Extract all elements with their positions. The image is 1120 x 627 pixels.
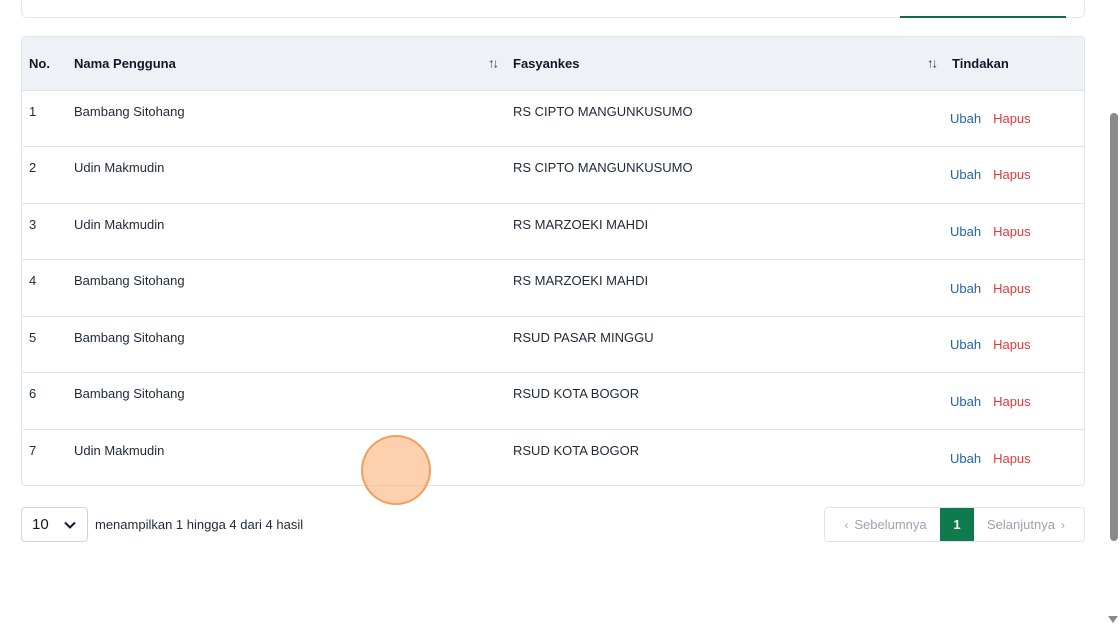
- top-card-underline: [900, 16, 1066, 18]
- next-page-label: Selanjutnya: [987, 517, 1055, 532]
- header-no: No.: [29, 55, 50, 71]
- user-table: No. Nama Pengguna ↑↓ Fasyankes ↑↓ Tindak…: [22, 37, 1084, 485]
- cell-actions: Ubah Hapus: [944, 203, 1084, 260]
- cell-no: 4: [29, 273, 37, 289]
- header-user[interactable]: Nama Pengguna ↑↓: [66, 37, 505, 90]
- cell-fasyankes: RS MARZOEKI MAHDI: [513, 216, 649, 232]
- table-header-row: No. Nama Pengguna ↑↓ Fasyankes ↑↓ Tindak…: [22, 37, 1084, 90]
- cell-user: Bambang Sitohang: [74, 103, 185, 119]
- header-fasyankes[interactable]: Fasyankes ↑↓: [505, 37, 944, 90]
- cell-actions: Ubah Hapus: [944, 260, 1084, 317]
- chevron-right-icon: ›: [1060, 517, 1065, 532]
- table-row: 5 Bambang Sitohang RSUD PASAR MINGGU Uba…: [22, 316, 1084, 373]
- cell-user: Udin Makmudin: [74, 216, 165, 232]
- edit-link[interactable]: Ubah: [950, 281, 981, 296]
- cell-actions: Ubah Hapus: [944, 430, 1084, 485]
- cell-actions: Ubah Hapus: [944, 147, 1084, 204]
- cell-user: Udin Makmudin: [74, 160, 165, 176]
- delete-link[interactable]: Hapus: [993, 337, 1031, 352]
- header-user-label: Nama Pengguna: [74, 55, 176, 71]
- cell-fasyankes: RSUD KOTA BOGOR: [513, 443, 640, 459]
- cell-no: 3: [29, 216, 37, 232]
- cursor-indicator: [361, 435, 431, 505]
- header-fasyankes-label: Fasyankes: [513, 55, 580, 71]
- next-page-button[interactable]: Selanjutnya ›: [974, 508, 1084, 541]
- pagination: ‹ Sebelumnya 1 Selanjutnya ›: [824, 507, 1085, 542]
- delete-link[interactable]: Hapus: [993, 451, 1031, 466]
- scroll-down-arrow-icon[interactable]: [1108, 616, 1118, 623]
- prev-page-label: Sebelumnya: [854, 517, 927, 532]
- chevron-left-icon: ‹: [844, 517, 849, 532]
- cell-fasyankes: RS CIPTO MANGUNKUSUMO: [513, 160, 693, 176]
- table-row: 4 Bambang Sitohang RS MARZOEKI MAHDI Uba…: [22, 259, 1084, 317]
- cell-actions: Ubah Hapus: [944, 90, 1084, 147]
- current-page-button[interactable]: 1: [940, 508, 974, 541]
- scrollbar-thumb[interactable]: [1110, 113, 1118, 541]
- top-card: [21, 0, 1085, 18]
- edit-link[interactable]: Ubah: [950, 451, 981, 466]
- table-row: 6 Bambang Sitohang RSUD KOTA BOGOR Ubah H…: [22, 372, 1084, 430]
- cell-user: Udin Makmudin: [74, 443, 165, 459]
- edit-link[interactable]: Ubah: [950, 394, 981, 409]
- delete-link[interactable]: Hapus: [993, 281, 1031, 296]
- cell-fasyankes: RSUD KOTA BOGOR: [513, 386, 640, 402]
- delete-link[interactable]: Hapus: [993, 224, 1031, 239]
- edit-link[interactable]: Ubah: [950, 224, 981, 239]
- header-actions: Tindakan: [952, 55, 1009, 71]
- sort-icon[interactable]: ↑↓: [488, 56, 499, 71]
- page-size-value: 10: [32, 516, 49, 533]
- cell-user: Bambang Sitohang: [74, 329, 185, 345]
- chevron-down-icon: [63, 518, 77, 532]
- user-table-container: No. Nama Pengguna ↑↓ Fasyankes ↑↓ Tindak…: [21, 36, 1085, 486]
- result-summary: menampilkan 1 hingga 4 dari 4 hasil: [95, 517, 304, 532]
- cell-user: Bambang Sitohang: [74, 273, 185, 289]
- cell-no: 7: [29, 443, 37, 459]
- cell-actions: Ubah Hapus: [944, 316, 1084, 373]
- page-scrollbar[interactable]: [1108, 0, 1120, 627]
- cell-no: 1: [29, 103, 37, 119]
- edit-link[interactable]: Ubah: [950, 337, 981, 352]
- delete-link[interactable]: Hapus: [993, 111, 1031, 126]
- cell-fasyankes: RSUD PASAR MINGGU: [513, 329, 654, 345]
- edit-link[interactable]: Ubah: [950, 111, 981, 126]
- cell-no: 2: [29, 160, 37, 176]
- edit-link[interactable]: Ubah: [950, 167, 981, 182]
- delete-link[interactable]: Hapus: [993, 167, 1031, 182]
- table-row: 3 Udin Makmudin RS MARZOEKI MAHDI Ubah Ha…: [22, 203, 1084, 260]
- cell-fasyankes: RS MARZOEKI MAHDI: [513, 273, 649, 289]
- cell-actions: Ubah Hapus: [944, 373, 1084, 430]
- table-row: 7 Udin Makmudin RSUD KOTA BOGOR Ubah Hapu…: [22, 429, 1084, 485]
- sort-icon[interactable]: ↑↓: [927, 56, 938, 71]
- cell-no: 6: [29, 386, 37, 402]
- cell-fasyankes: RS CIPTO MANGUNKUSUMO: [513, 103, 693, 119]
- cell-no: 5: [29, 329, 37, 345]
- prev-page-button[interactable]: ‹ Sebelumnya: [825, 508, 940, 541]
- delete-link[interactable]: Hapus: [993, 394, 1031, 409]
- table-row: 1 Bambang Sitohang RS CIPTO MANGUNKUSUMO…: [22, 90, 1084, 147]
- cell-user: Bambang Sitohang: [74, 386, 185, 402]
- page-size-select[interactable]: 10: [21, 507, 88, 542]
- table-row: 2 Udin Makmudin RS CIPTO MANGUNKUSUMO Ub…: [22, 146, 1084, 204]
